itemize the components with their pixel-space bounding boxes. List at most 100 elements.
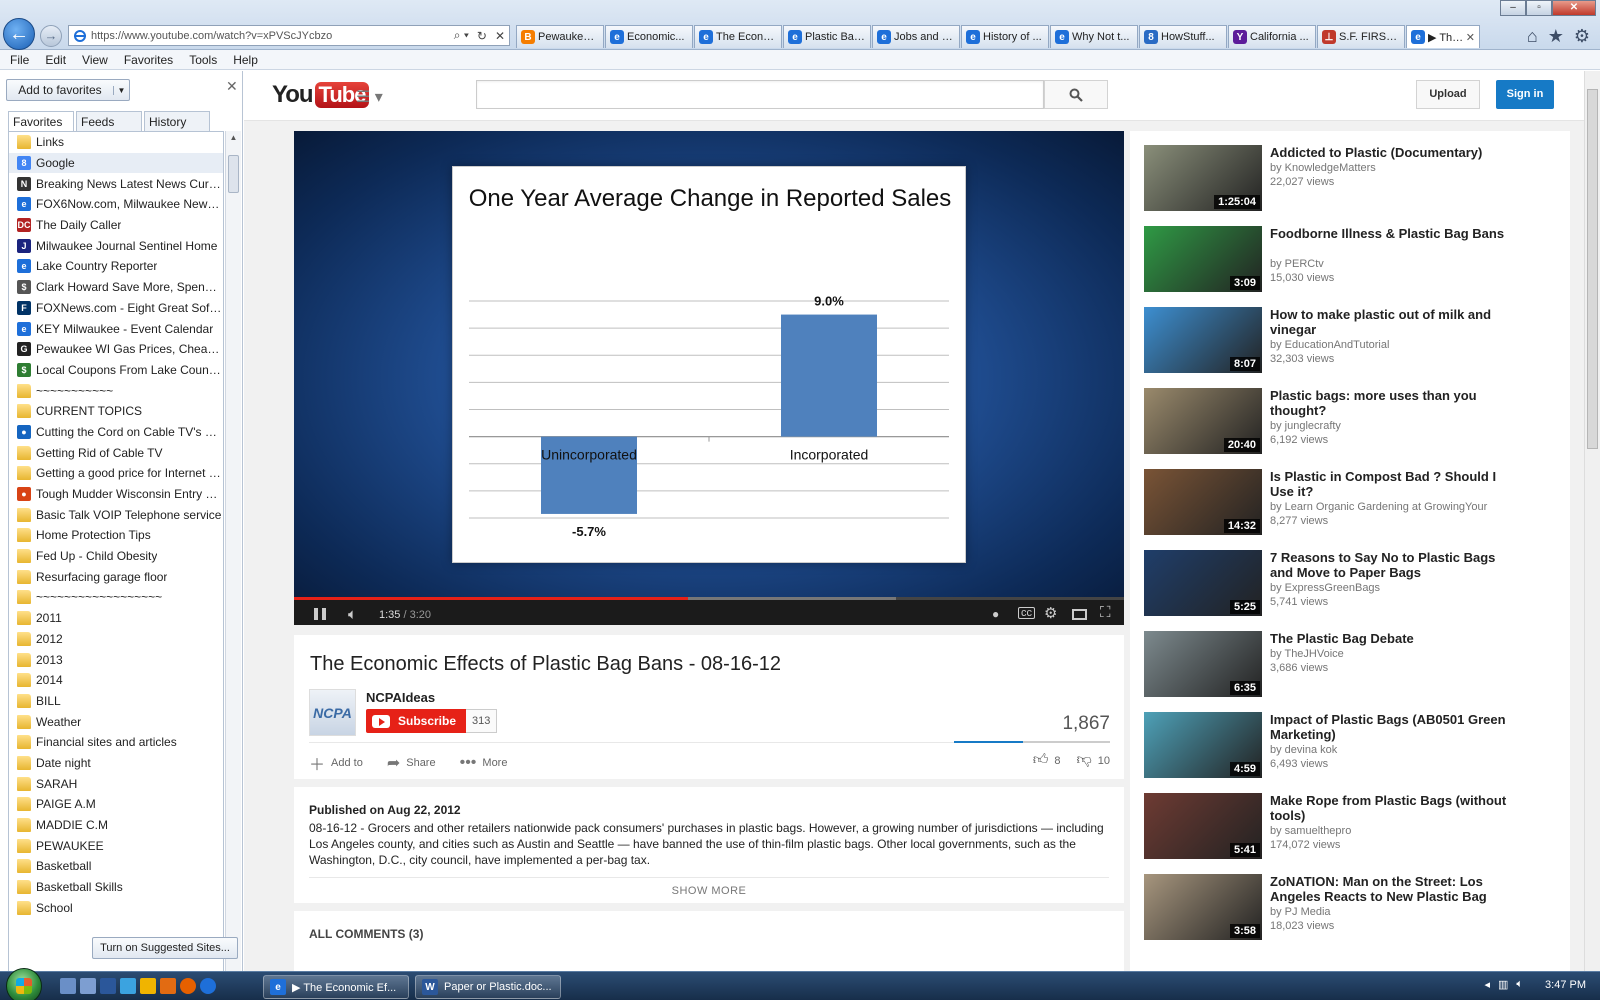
maximize-button[interactable]: ▫ — [1526, 0, 1552, 16]
search-input[interactable] — [476, 80, 1044, 109]
favorite-folder[interactable]: Fed Up - Child Obesity — [9, 546, 223, 567]
favorite-folder[interactable]: 2013 — [9, 649, 223, 670]
browser-tab[interactable]: 8 HowStuff... — [1139, 25, 1227, 48]
word-icon[interactable] — [100, 978, 116, 994]
favorite-item[interactable]: G Pewaukee WI Gas Prices, Cheap Gas... — [9, 339, 223, 360]
favorite-folder[interactable]: BILL — [9, 691, 223, 712]
favorite-folder[interactable]: ~~~~~~~~~~~~~~~~~~ — [9, 587, 223, 608]
scroll-up-icon[interactable]: ▲ — [226, 133, 241, 147]
favorite-folder[interactable]: Weather — [9, 711, 223, 732]
video-thumbnail[interactable]: 5:25 — [1144, 550, 1262, 616]
favorite-folder[interactable]: Financial sites and articles — [9, 732, 223, 753]
page-scrollbar[interactable] — [1584, 71, 1600, 971]
close-icon[interactable]: ✕ — [226, 78, 238, 95]
browser-tab[interactable]: e Plastic Bag... — [783, 25, 871, 48]
suggested-sites-button[interactable]: Turn on Suggested Sites... — [92, 937, 238, 959]
browser-tab[interactable]: Y California ... — [1228, 25, 1316, 48]
related-video[interactable]: 4:59 Impact of Plastic Bags (AB0501 Green… — [1144, 712, 1564, 782]
settings-gear-icon[interactable]: ⚙ — [1044, 604, 1057, 622]
close-window-button[interactable]: ✕ — [1552, 0, 1596, 16]
sign-in-button[interactable]: Sign in — [1496, 80, 1554, 109]
menu-file[interactable]: File — [10, 53, 29, 67]
related-video[interactable]: 8:07 How to make plastic out of milk and … — [1144, 307, 1564, 377]
video-thumbnail[interactable]: 1:25:04 — [1144, 145, 1262, 211]
video-thumbnail[interactable]: 20:40 — [1144, 388, 1262, 454]
related-video-title[interactable]: Is Plastic in Compost Bad ? Should I Use… — [1270, 469, 1510, 499]
related-video-title[interactable]: Impact of Plastic Bags (AB0501 Green Mar… — [1270, 712, 1510, 742]
upload-button[interactable]: Upload — [1416, 80, 1480, 109]
browser-tab[interactable]: e History of ... — [961, 25, 1049, 48]
progress-bar[interactable] — [294, 597, 1124, 600]
favorite-folder[interactable]: Date night — [9, 753, 223, 774]
favorite-folder[interactable]: Home Protection Tips — [9, 525, 223, 546]
favorite-folder[interactable]: SARAH — [9, 773, 223, 794]
favorite-folder[interactable]: Basketball Skills — [9, 877, 223, 898]
show-more-button[interactable]: SHOW MORE — [294, 885, 1124, 897]
favorite-folder[interactable]: 2012 — [9, 629, 223, 650]
captions-icon[interactable]: cc — [1018, 607, 1035, 619]
office-icon[interactable] — [160, 978, 176, 994]
browser-tab[interactable]: e▶ The ...✕ — [1406, 25, 1480, 48]
browser-tab[interactable]: e The Econo... — [694, 25, 782, 48]
browser-tab[interactable]: e Economic... — [605, 25, 693, 48]
favorite-folder[interactable]: PAIGE A.M — [9, 794, 223, 815]
related-video-title[interactable]: ZoNATION: Man on the Street: Los Angeles… — [1270, 874, 1510, 904]
tab-history[interactable]: History — [144, 111, 210, 131]
taskbar-task[interactable]: W Paper or Plastic.doc... — [415, 975, 561, 999]
fullscreen-icon[interactable]: ⛶ — [1100, 604, 1111, 621]
favorite-folder[interactable]: PEWAUKEE — [9, 835, 223, 856]
address-bar[interactable]: https://www.youtube.com/watch?v=xPVScJYc… — [68, 25, 510, 46]
video-thumbnail[interactable]: 6:35 — [1144, 631, 1262, 697]
favorite-folder[interactable]: Resurfacing garage floor — [9, 566, 223, 587]
theater-mode-icon[interactable] — [1072, 609, 1087, 620]
menu-view[interactable]: View — [82, 53, 108, 67]
favorite-item[interactable]: e FOX6Now.com, Milwaukee News, ... — [9, 194, 223, 215]
add-to-button[interactable]: ＋ Add to — [309, 751, 363, 775]
favorite-item[interactable]: 8 Google — [9, 152, 223, 174]
video-thumbnail[interactable]: 5:41 — [1144, 793, 1262, 859]
favorite-item[interactable]: ● Tough Mudder Wisconsin Entry Pac... — [9, 484, 223, 505]
tab-favorites[interactable]: Favorites — [8, 111, 74, 131]
video-thumbnail[interactable]: 8:07 — [1144, 307, 1262, 373]
guide-menu-icon[interactable]: ☰ ▾ — [356, 87, 383, 107]
taskbar-task[interactable]: e ▶ The Economic Ef... — [263, 975, 409, 999]
favorite-item[interactable]: J Milwaukee Journal Sentinel Home — [9, 235, 223, 256]
browser-tab[interactable]: e Why Not t... — [1050, 25, 1138, 48]
scroll-thumb[interactable] — [228, 155, 239, 193]
favorite-folder[interactable]: 2014 — [9, 670, 223, 691]
menu-help[interactable]: Help — [233, 53, 258, 67]
minimize-button[interactable]: – — [1500, 0, 1526, 16]
forward-button[interactable]: → — [40, 25, 62, 47]
favorite-item[interactable]: F FOXNews.com - Eight Great Softwar... — [9, 298, 223, 319]
dislike-button[interactable]: 👎︎ 10 — [1077, 751, 1110, 769]
tab-feeds[interactable]: Feeds — [76, 111, 142, 131]
related-video[interactable]: 3:58 ZoNATION: Man on the Street: Los Ang… — [1144, 874, 1564, 944]
favorites-star-icon[interactable]: ★ — [1548, 26, 1564, 47]
favorite-folder[interactable]: Links — [9, 132, 223, 153]
subscribe-button[interactable]: Subscribe 313 — [366, 709, 498, 733]
favorite-folder[interactable]: ~~~~~~~~~~~ — [9, 380, 223, 401]
volume-tray-icon[interactable]: 🔈︎ — [1516, 978, 1523, 991]
favorite-folder[interactable]: School — [9, 897, 223, 918]
video-player[interactable]: One Year Average Change in Reported Sale… — [294, 131, 1124, 625]
like-button[interactable]: 👍︎ 8 — [1033, 751, 1061, 769]
youtube-logo[interactable]: You Tube — [272, 81, 370, 109]
favorite-item[interactable]: e KEY Milwaukee - Event Calendar — [9, 318, 223, 339]
search-button[interactable] — [1044, 80, 1108, 109]
menu-edit[interactable]: Edit — [45, 53, 66, 67]
favorite-item[interactable]: N Breaking News Latest News Curren... — [9, 173, 223, 194]
chevron-down-icon[interactable]: ▼ — [113, 85, 129, 95]
related-video[interactable]: 5:41 Make Rope from Plastic Bags (without… — [1144, 793, 1564, 863]
related-video[interactable]: 6:35 The Plastic Bag Debate by TheJHVoice 3… — [1144, 631, 1564, 701]
explorer-icon[interactable] — [80, 978, 96, 994]
favorite-folder[interactable]: Basketball — [9, 856, 223, 877]
share-button[interactable]: ➦ Share — [387, 753, 436, 773]
show-desktop-icon[interactable] — [60, 978, 76, 994]
favorite-folder[interactable]: 2011 — [9, 608, 223, 629]
favorite-folder[interactable]: MADDIE C.M — [9, 815, 223, 836]
info-icon[interactable]: ● — [992, 607, 999, 621]
refresh-icon[interactable]: ↻ — [477, 29, 487, 43]
favorite-item[interactable]: ● Cutting the Cord on Cable TV's Pric... — [9, 422, 223, 443]
channel-avatar[interactable]: NCPA — [309, 689, 356, 736]
mail-icon[interactable] — [140, 978, 156, 994]
